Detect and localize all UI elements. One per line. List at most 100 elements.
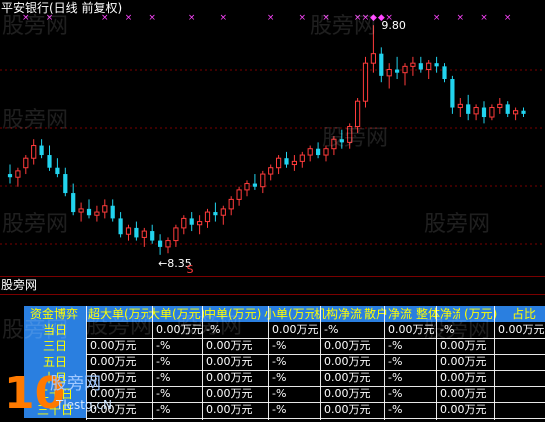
candle-down[interactable] xyxy=(71,193,76,213)
candle-up[interactable] xyxy=(402,65,408,74)
candle-down[interactable] xyxy=(252,183,257,187)
candle-down[interactable] xyxy=(213,212,218,216)
table-cell: -% xyxy=(156,371,171,384)
candle-up[interactable] xyxy=(204,211,211,223)
candle-up[interactable] xyxy=(181,217,187,229)
table-cell: 0.00万元 xyxy=(272,323,319,336)
table-cell: -% xyxy=(272,339,287,352)
candle-up[interactable] xyxy=(489,107,495,118)
candle-down[interactable] xyxy=(418,63,423,70)
watermark-text: 股旁网 xyxy=(2,318,69,343)
candle-up[interactable] xyxy=(15,170,21,178)
candle-down[interactable] xyxy=(7,174,13,178)
watermark-text: 股旁网 xyxy=(2,14,69,39)
table-col-line xyxy=(268,306,269,420)
candle-up[interactable] xyxy=(291,160,297,166)
table-cell: -% xyxy=(388,355,403,368)
candle-down[interactable] xyxy=(395,69,400,73)
indicator-panel-label: 股旁网 xyxy=(1,278,38,292)
table-col-line xyxy=(384,306,385,420)
table-col-line xyxy=(320,306,321,420)
candle-down[interactable] xyxy=(450,79,455,108)
table-col-line xyxy=(494,306,495,420)
candle-up[interactable] xyxy=(165,240,171,248)
candle-up[interactable] xyxy=(268,167,274,175)
watermark-text: 股旁网 xyxy=(424,212,491,237)
candle-down[interactable] xyxy=(189,218,194,225)
candle-up[interactable] xyxy=(220,208,226,216)
watermark-text: 股旁网 xyxy=(176,314,243,339)
table-header-cell: 机构净流 xyxy=(314,307,363,321)
candle-up[interactable] xyxy=(497,103,503,109)
candle-down[interactable] xyxy=(118,218,123,235)
candle-up[interactable] xyxy=(141,230,147,238)
x-marker: × xyxy=(457,13,465,23)
candle-down[interactable] xyxy=(158,240,163,247)
candle-down[interactable] xyxy=(442,66,447,80)
candle-up[interactable] xyxy=(362,62,369,102)
candle-down[interactable] xyxy=(505,104,510,114)
table-cell: 0.00万元 xyxy=(206,355,253,368)
table-cell: -% xyxy=(156,355,171,368)
candle-up[interactable] xyxy=(426,62,432,71)
candle-up[interactable] xyxy=(23,157,29,169)
candle-up[interactable] xyxy=(307,148,313,156)
candle-up[interactable] xyxy=(31,145,37,159)
candle-down[interactable] xyxy=(379,53,384,76)
candle-up[interactable] xyxy=(299,154,305,162)
watermark-text: 股旁网 xyxy=(424,318,491,343)
candle-down[interactable] xyxy=(86,208,92,216)
candle-down[interactable] xyxy=(316,148,321,156)
candle-up[interactable] xyxy=(173,227,179,242)
candle-down[interactable] xyxy=(39,145,44,156)
candle-up[interactable] xyxy=(410,62,416,67)
table-cell: -% xyxy=(388,403,403,416)
table-cell: 0.00万元 xyxy=(206,403,253,416)
candle-up[interactable] xyxy=(457,103,463,109)
candle-up[interactable] xyxy=(78,208,84,213)
table-cell: 0.00万元 xyxy=(440,387,487,400)
table-cell: -% xyxy=(272,355,287,368)
candle-down[interactable] xyxy=(55,167,60,175)
site-logo: 10 股旁网 Tlestg.cN xyxy=(4,368,114,420)
candle-down[interactable] xyxy=(466,104,471,114)
table-cell: -% xyxy=(324,323,339,336)
candle-up[interactable] xyxy=(125,227,132,235)
x-marker: × xyxy=(480,13,488,23)
candle-up[interactable] xyxy=(276,157,282,169)
panel-divider-2 xyxy=(0,294,545,295)
candle-down[interactable] xyxy=(150,231,155,241)
candle-down[interactable] xyxy=(134,227,139,238)
table-row-line xyxy=(86,418,545,419)
candle-up[interactable] xyxy=(513,110,519,115)
candle-up[interactable] xyxy=(473,107,479,115)
candle-up[interactable] xyxy=(197,221,203,226)
candle-up[interactable] xyxy=(370,53,376,64)
watermark-text: 股旁网 xyxy=(2,108,69,133)
table-cell: 0.00万元 xyxy=(90,339,137,352)
candle-up[interactable] xyxy=(94,211,100,216)
candle-down[interactable] xyxy=(110,205,115,219)
logo-text: 股旁网 xyxy=(50,374,101,394)
candle-up[interactable] xyxy=(102,205,108,213)
table-cell: -% xyxy=(388,339,403,352)
candle-up[interactable] xyxy=(236,189,242,200)
candle-up[interactable] xyxy=(260,173,266,188)
candle-up[interactable] xyxy=(228,198,234,210)
candle-down[interactable] xyxy=(434,63,439,67)
table-cell: 0.00万元 xyxy=(324,339,371,352)
table-cell: 0.00万元 xyxy=(324,387,371,400)
candle-down[interactable] xyxy=(521,110,526,114)
table-cell: -% xyxy=(156,339,171,352)
candle-down[interactable] xyxy=(63,174,68,194)
candle-down[interactable] xyxy=(284,158,289,165)
candle-down[interactable] xyxy=(481,107,487,118)
table-cell: -% xyxy=(272,387,287,400)
panel-divider xyxy=(0,276,545,277)
candle-down[interactable] xyxy=(47,155,52,168)
candle-up[interactable] xyxy=(386,69,392,77)
watermark-text: 股旁网 xyxy=(2,212,69,237)
high-price-label: 9.80 xyxy=(381,19,406,32)
candle-up[interactable] xyxy=(244,183,250,191)
stock-app-window: × × × × × × × × × × × × ◆ ◆ × × × × × 9.80 ←8.35 S 平安银行(日线 前复… xyxy=(0,0,545,422)
